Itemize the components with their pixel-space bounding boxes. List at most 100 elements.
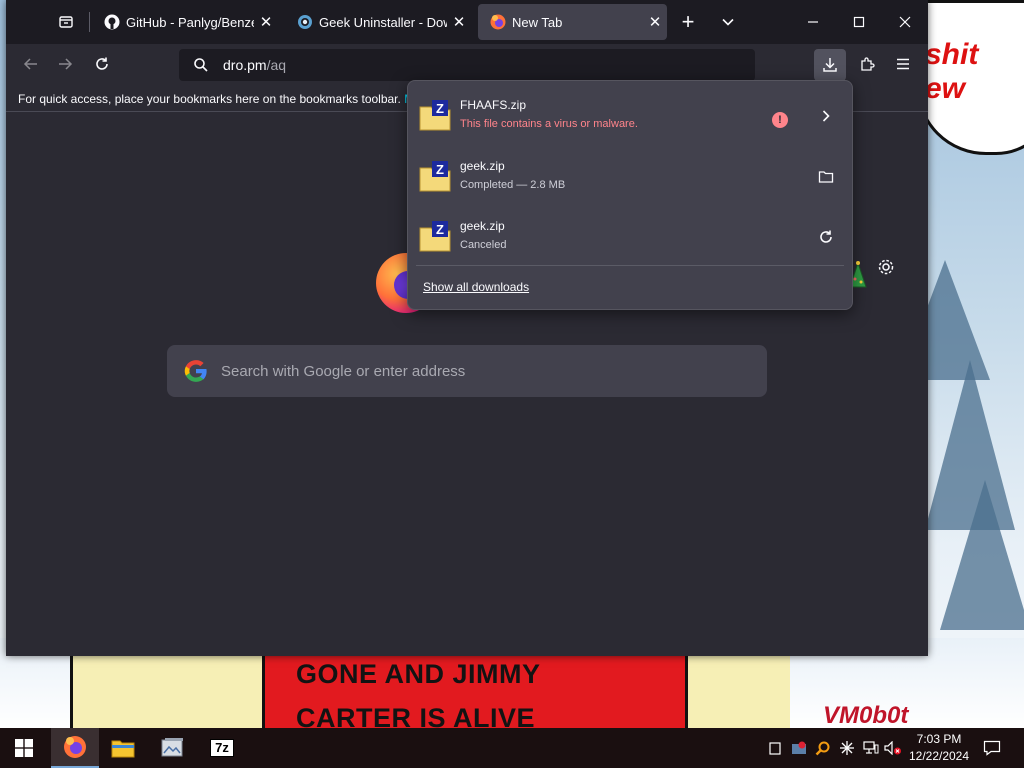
arrow-right-icon (59, 58, 73, 70)
clock-date: 12/22/2024 (908, 749, 970, 763)
window-outline-icon (769, 741, 781, 755)
zip-file-icon: Z (419, 161, 451, 192)
chevron-right-icon (822, 110, 830, 122)
show-in-folder-button[interactable] (814, 165, 838, 189)
maximize-button[interactable] (836, 0, 882, 44)
chevron-down-icon (722, 18, 734, 26)
download-item-completed[interactable]: Z geek.zip Completed — 2.8 MB (408, 146, 852, 206)
7zip-icon-label: 7z (215, 740, 229, 755)
minimize-button[interactable] (790, 0, 836, 44)
warning-icon: ! (772, 112, 788, 128)
search-placeholder: Search with Google or enter address (221, 362, 466, 380)
tab-bar: GitHub - Panlyg/Benzene ✕ Geek Uninstall… (6, 0, 928, 44)
address-bar[interactable]: dro.pm/aq (179, 49, 755, 81)
firefox-view-button[interactable] (52, 8, 80, 36)
taskbar-image-viewer[interactable] (149, 728, 197, 768)
taskbar-clock[interactable]: 7:03 PM 12/22/2024 (900, 731, 978, 765)
firefox-icon (64, 736, 86, 758)
google-icon (184, 360, 207, 382)
bubble-line-2: ew (925, 72, 966, 105)
folder-icon (818, 171, 834, 183)
downloads-divider (416, 265, 844, 266)
tab-label: New Tab (512, 14, 563, 30)
tab-label: GitHub - Panlyg/Benzene (126, 14, 254, 30)
retry-download-button[interactable] (814, 225, 838, 249)
tab-close-button[interactable]: ✕ (254, 13, 278, 31)
tab-geek-uninstaller[interactable]: Geek Uninstaller - Downloads ✕ (285, 4, 471, 40)
download-status: Canceled (460, 239, 507, 251)
download-status: This file contains a virus or malware. (460, 118, 638, 130)
arrow-left-icon (23, 58, 37, 70)
network-icon (863, 741, 879, 754)
windows-taskbar: 7z 7:03 PM 12/22/2024 (0, 728, 1024, 768)
tab-new-tab[interactable]: New Tab ✕ (478, 4, 667, 40)
taskbar-firefox[interactable] (51, 728, 99, 768)
tab-divider (89, 12, 90, 32)
firefox-icon (490, 14, 506, 30)
svg-text:Z: Z (436, 222, 444, 237)
comic-caption: GONE AND JIMMY CARTER IS ALIVE (296, 652, 676, 728)
speech-bubble-text: shit ew (925, 38, 1024, 106)
notification-speech-bubble-icon (983, 740, 1001, 756)
zip-file-icon: Z (419, 100, 451, 131)
geek-icon (298, 15, 312, 29)
signature: VM0b0t (823, 702, 909, 729)
list-all-tabs-button[interactable] (714, 8, 742, 36)
asterisk-icon (840, 741, 854, 755)
url-host: dro.pm (223, 57, 267, 73)
tray-notification-icon[interactable] (766, 738, 784, 758)
download-filename: geek.zip (460, 219, 505, 233)
download-filename: FHAAFS.zip (460, 98, 527, 112)
magnifier-icon (815, 741, 830, 756)
reload-icon (96, 57, 108, 70)
bubble-line-1: shit (925, 38, 979, 71)
gear-icon[interactable] (876, 257, 896, 277)
tray-network-icon[interactable] (862, 738, 880, 758)
back-button[interactable] (16, 49, 46, 79)
firefox-window: GitHub - Panlyg/Benzene ✕ Geek Uninstall… (6, 0, 928, 656)
app-menu-button[interactable] (888, 49, 918, 79)
hamburger-menu-icon (897, 58, 909, 70)
bookmarks-toolbar-message: For quick access, place your bookmarks h… (18, 92, 401, 106)
start-button[interactable] (0, 728, 48, 768)
clock-time: 7:03 PM (916, 732, 962, 746)
downloads-panel: Z FHAAFS.zip This file contains a virus … (407, 80, 853, 310)
extensions-button[interactable] (852, 49, 882, 79)
download-details-button[interactable] (814, 104, 838, 128)
download-status: Completed — 2.8 MB (460, 179, 566, 191)
download-icon (823, 58, 837, 72)
tray-security-icon[interactable] (790, 738, 808, 758)
download-item-blocked[interactable]: Z FHAAFS.zip This file contains a virus … (408, 85, 852, 145)
reload-button[interactable] (87, 49, 117, 79)
search-icon (194, 58, 208, 72)
svg-text:Z: Z (436, 101, 444, 116)
github-icon (104, 14, 120, 30)
downloads-button[interactable] (814, 49, 846, 81)
svg-text:Z: Z (436, 162, 444, 177)
start-icon (15, 739, 33, 757)
show-all-downloads-link[interactable]: Show all downloads (423, 280, 529, 294)
image-viewer-icon (161, 738, 183, 757)
tray-asterisk-icon[interactable] (838, 738, 856, 758)
tray-search-tool-icon[interactable] (814, 738, 832, 758)
tab-close-button[interactable]: ✕ (643, 13, 667, 31)
shield-person-icon (792, 741, 806, 754)
forward-button[interactable] (50, 49, 80, 79)
download-item-canceled[interactable]: Z geek.zip Canceled (408, 206, 852, 266)
new-tab-search-box[interactable]: Search with Google or enter address (167, 345, 767, 397)
tab-close-button[interactable]: ✕ (447, 13, 471, 31)
taskbar-7zip[interactable]: 7z (198, 728, 246, 768)
action-center-button[interactable] (982, 738, 1002, 758)
puzzle-icon (861, 57, 875, 71)
retry-icon (820, 230, 832, 243)
file-explorer-icon (111, 740, 135, 758)
new-tab-button[interactable]: + (674, 8, 702, 36)
comic-caption-line-2: CARTER IS ALIVE (296, 703, 536, 728)
tab-label: Geek Uninstaller - Downloads (319, 14, 447, 30)
close-window-button[interactable] (882, 0, 928, 44)
minimize-icon (808, 21, 818, 23)
taskbar-file-explorer[interactable] (99, 728, 147, 768)
comic-caption-line-1: GONE AND JIMMY (296, 659, 541, 689)
tab-github[interactable]: GitHub - Panlyg/Benzene ✕ (92, 4, 278, 40)
7zip-icon: 7z (210, 739, 234, 757)
